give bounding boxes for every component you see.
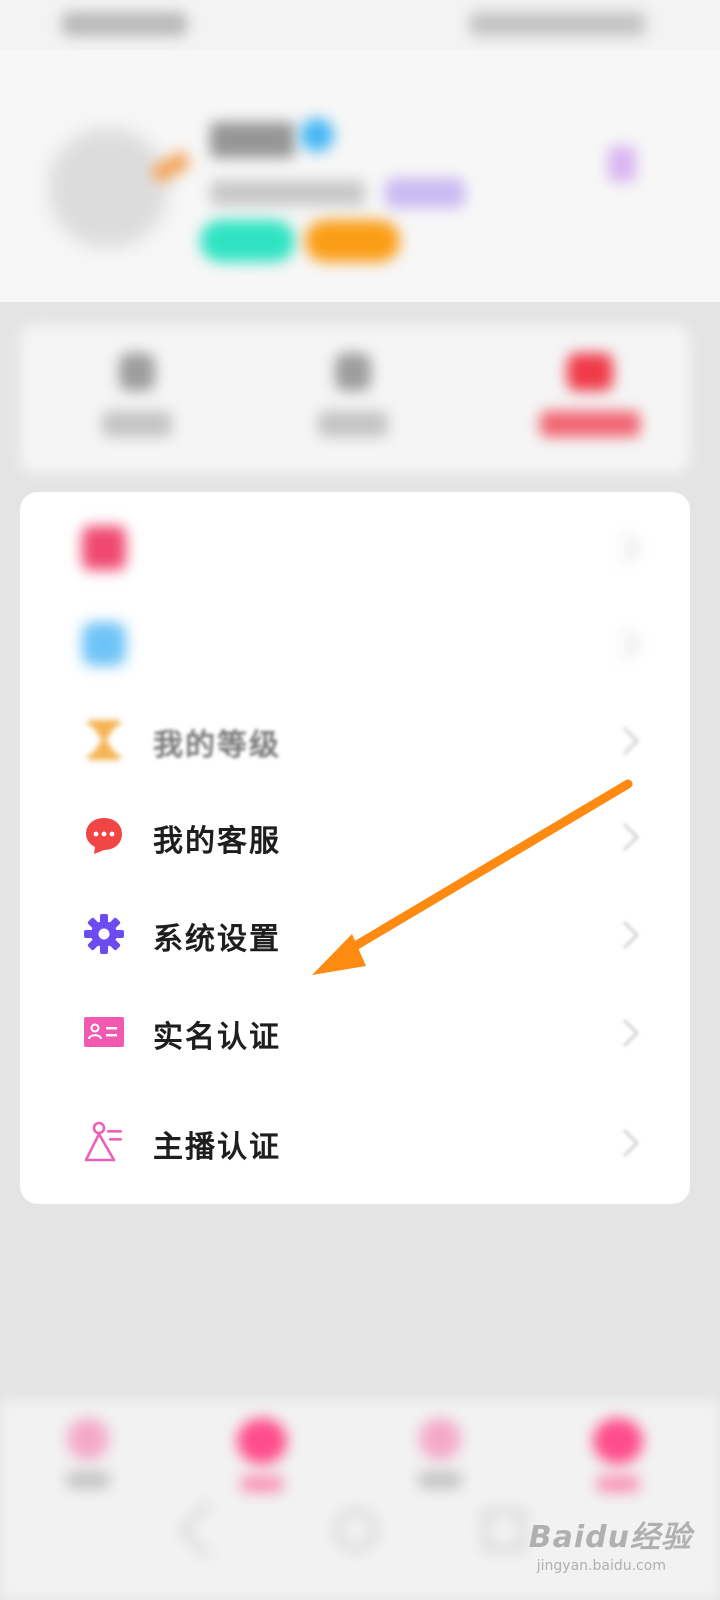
nav-label: [67, 1472, 109, 1488]
home-icon: [67, 1418, 109, 1460]
nav-label: [419, 1472, 461, 1488]
menu-card: 我的等级 我的客服 系统设置 实名认证 主播认证: [20, 492, 690, 1204]
nav-item-home[interactable]: [48, 1418, 128, 1488]
stats-card: [20, 325, 690, 473]
menu-item-real-name[interactable]: 实名认证: [20, 986, 690, 1082]
chevron-right-icon: [622, 920, 640, 950]
battery-icons: [470, 12, 645, 36]
gender-icon: [385, 178, 465, 208]
signal-icons: [62, 12, 187, 36]
chevron-right-icon[interactable]: [608, 146, 636, 182]
menu-item-vip[interactable]: [20, 598, 690, 694]
stat-item-vip[interactable]: [525, 353, 655, 437]
live-icon: [237, 1418, 287, 1464]
chevron-right-icon: [622, 630, 640, 660]
stat-item[interactable]: [288, 353, 418, 437]
menu-item-customer-service[interactable]: 我的客服: [20, 790, 690, 886]
user-id: [210, 180, 365, 206]
recent-apps-icon[interactable]: [484, 1510, 524, 1550]
id-card-icon: [84, 1017, 124, 1047]
verified-badge-icon: [300, 118, 334, 152]
chat-bubble-icon: [86, 818, 122, 854]
menu-item-level[interactable]: 我的等级: [20, 694, 690, 790]
nav-item-profile[interactable]: [578, 1418, 658, 1492]
status-bar: [0, 0, 720, 50]
chevron-right-icon: [622, 822, 640, 852]
menu-item-label: 系统设置: [153, 922, 281, 957]
user-name: [210, 122, 295, 158]
level-tag-orange: [305, 220, 400, 262]
home-circle-icon[interactable]: [336, 1510, 376, 1550]
menu-item-label: 实名认证: [153, 1020, 281, 1055]
menu-item-settings[interactable]: 系统设置: [20, 888, 690, 984]
chevron-right-icon: [622, 1128, 640, 1158]
chevron-right-icon: [622, 1018, 640, 1048]
stat-label: [540, 411, 640, 437]
menu-item-streamer[interactable]: 主播认证: [20, 1096, 690, 1192]
nav-item-live[interactable]: [222, 1418, 302, 1492]
stat-value: [335, 353, 371, 391]
stat-label: [102, 411, 172, 437]
stat-value: [119, 353, 155, 391]
nav-item-message[interactable]: [400, 1418, 480, 1488]
nav-label: [597, 1476, 639, 1492]
chevron-right-icon: [622, 534, 640, 564]
gear-icon: [84, 914, 124, 954]
menu-item-label: 主播认证: [153, 1130, 281, 1165]
heart-icon: [567, 353, 613, 391]
hourglass-icon: [88, 720, 120, 760]
watermark-brand: Baidu经验: [528, 1520, 692, 1555]
level-tag-green: [200, 220, 295, 262]
profile-icon: [593, 1418, 643, 1464]
watermark-site: jingyan.baidu.com: [536, 1558, 666, 1574]
watermark: Baidu经验 jingyan.baidu.com: [529, 1512, 692, 1574]
avatar[interactable]: [48, 128, 168, 248]
streamer-icon: [84, 1121, 122, 1162]
stat-item[interactable]: [72, 353, 202, 437]
chevron-right-icon: [622, 726, 640, 756]
photo-album-icon: [82, 526, 126, 570]
menu-item-label: 我的等级: [153, 728, 281, 763]
nav-label: [241, 1476, 283, 1492]
vip-card-icon: [82, 622, 126, 666]
menu-item-album[interactable]: [20, 502, 690, 598]
menu-item-label: 我的客服: [153, 824, 281, 859]
profile-header[interactable]: [0, 50, 720, 302]
stat-label: [318, 411, 388, 437]
message-icon: [419, 1418, 461, 1460]
